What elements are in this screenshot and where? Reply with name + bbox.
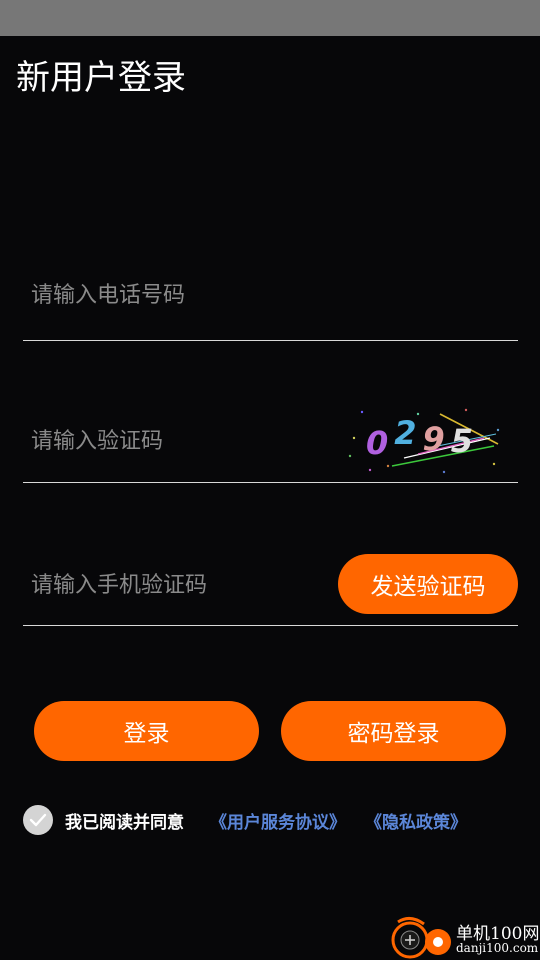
agreement-text: 我已阅读并同意 [65,813,184,833]
danji100-logo-icon [391,917,451,959]
sms-field: 发送验证码 [23,545,518,626]
watermark: 单机100网 danji100.com [390,916,540,960]
agreement-row: 我已阅读并同意 《用户服务协议》 《隐私政策》 [23,804,523,836]
captcha-field: 0295 [23,400,518,483]
terms-link[interactable]: 《用户服务协议》 [210,808,346,833]
watermark-url: danji100.com [456,941,539,955]
sms-code-input[interactable] [23,545,333,625]
agree-checkbox[interactable] [23,805,53,835]
captcha-image[interactable]: 0295 [348,408,506,476]
check-icon [29,813,47,827]
privacy-link[interactable]: 《隐私政策》 [365,808,467,833]
captcha-input[interactable] [23,400,343,482]
phone-field [23,250,518,341]
status-bar [0,0,540,36]
login-button[interactable]: 登录 [34,701,259,761]
page-title: 新用户登录 [16,58,186,98]
phone-input[interactable] [23,250,518,340]
password-login-button[interactable]: 密码登录 [281,701,506,761]
send-code-button[interactable]: 发送验证码 [338,554,518,614]
